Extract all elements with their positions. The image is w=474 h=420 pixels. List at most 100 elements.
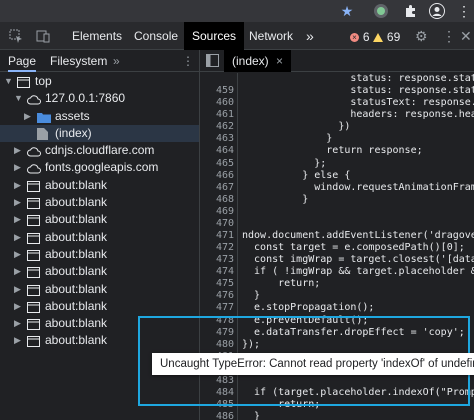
tree-item[interactable]: ▶ about:blank: [0, 246, 199, 263]
line-number[interactable]: 471: [200, 230, 234, 242]
line-number[interactable]: 477: [200, 302, 234, 314]
line-number[interactable]: 472: [200, 242, 234, 254]
line-number[interactable]: 474: [200, 266, 234, 278]
line-number[interactable]: 462: [200, 121, 234, 133]
tree-item-label: cdnjs.cloudflare.com: [45, 143, 155, 158]
code-text: window.requestAnimationFrame( () =>: [314, 181, 474, 193]
tree-item-label: about:blank: [45, 195, 108, 210]
tree-item[interactable]: ▶ about:blank: [0, 263, 199, 280]
collapsed-triangle-icon[interactable]: ▶: [14, 246, 24, 263]
tab-page[interactable]: Page: [8, 50, 37, 72]
collapsed-triangle-icon[interactable]: ▶: [14, 194, 24, 211]
tree-item-label: about:blank: [45, 316, 108, 331]
line-number[interactable]: 476: [200, 290, 234, 302]
code-text: }): [242, 121, 351, 133]
code-text: headers: response.header: [242, 109, 474, 121]
tree-item[interactable]: ▶ about:blank: [0, 229, 199, 246]
editor-tab-index[interactable]: (index) ×: [224, 50, 292, 72]
tree-item[interactable]: ▶ about:blank: [0, 177, 199, 194]
extension-status-icon[interactable]: [372, 2, 390, 20]
puzzle-icon[interactable]: [402, 2, 420, 20]
code-line: status: response.status,: [200, 73, 474, 85]
line-number[interactable]: 465: [200, 158, 234, 170]
code-text: status: response.status,: [242, 85, 474, 97]
code-text: status: response.status,: [242, 73, 474, 84]
tree-item-label: assets: [55, 108, 90, 123]
expanded-triangle-icon[interactable]: ▼: [4, 73, 14, 90]
collapsed-triangle-icon[interactable]: ▶: [14, 229, 24, 246]
kebab-menu-icon[interactable]: ⋮: [182, 50, 194, 72]
kebab-menu-icon[interactable]: ⋮: [442, 22, 456, 50]
line-number[interactable]: 470: [200, 218, 234, 230]
tab-sources[interactable]: Sources: [184, 22, 245, 50]
tab-elements[interactable]: Elements: [64, 22, 130, 50]
error-count-value: 6: [362, 30, 370, 44]
gear-icon[interactable]: ⚙: [415, 22, 428, 50]
kebab-menu-icon[interactable]: ⋮: [455, 2, 473, 20]
collapsed-triangle-icon[interactable]: ▶: [14, 298, 24, 315]
warning-count[interactable]: 69: [373, 22, 400, 50]
tab-network[interactable]: Network: [241, 22, 301, 50]
frame-icon: [27, 335, 40, 352]
line-number[interactable]: 460: [200, 97, 234, 109]
collapsed-triangle-icon[interactable]: ▶: [14, 332, 24, 349]
collapsed-triangle-icon[interactable]: ▶: [14, 177, 24, 194]
tree-item[interactable]: ▶ about:blank: [0, 211, 199, 228]
more-tabs-chevron-icon[interactable]: »: [306, 22, 314, 50]
code-line: 465 };: [200, 158, 474, 170]
collapsed-triangle-icon[interactable]: ▶: [14, 263, 24, 280]
code-text: const target = e.composedPath()[0];: [242, 242, 465, 254]
tree-item-label: about:blank: [45, 333, 108, 348]
device-toolbar-icon[interactable]: [36, 22, 50, 50]
collapsed-triangle-icon[interactable]: ▶: [14, 159, 24, 176]
collapsed-triangle-icon[interactable]: ▶: [14, 211, 24, 228]
tree-item-label: about:blank: [45, 212, 108, 227]
line-number[interactable]: 466: [200, 170, 234, 182]
more-tabs-chevron-icon[interactable]: »: [113, 50, 120, 72]
line-number[interactable]: 475: [200, 278, 234, 290]
file-tree: ▼ top ▼ 127.0.0.1:7860 ▶ assets (index) ▶ cdnjs.…: [0, 73, 199, 350]
close-icon[interactable]: ×: [276, 54, 283, 68]
tree-item[interactable]: ▶ cdnjs.cloudflare.com: [0, 142, 199, 159]
line-number[interactable]: 459: [200, 85, 234, 97]
warning-count-value: 69: [386, 30, 401, 44]
collapsed-triangle-icon[interactable]: ▶: [14, 142, 24, 159]
tree-item-label: about:blank: [45, 298, 108, 313]
line-number[interactable]: 463: [200, 133, 234, 145]
line-number[interactable]: 469: [200, 206, 234, 218]
tree-item[interactable]: ▼ top: [0, 73, 199, 90]
tree-item[interactable]: ▶ about:blank: [0, 281, 199, 298]
line-number[interactable]: 468: [200, 194, 234, 206]
tab-filesystem[interactable]: Filesystem: [50, 50, 107, 72]
avatar[interactable]: [428, 2, 446, 20]
code-line: 474 if ( !imgWrap && target.placeholder …: [200, 266, 474, 278]
expanded-triangle-icon[interactable]: ▼: [14, 90, 24, 107]
devtools-tabbar: Elements Console Sources Network » × 6 6…: [0, 22, 474, 50]
tree-item[interactable]: ▼ 127.0.0.1:7860: [0, 90, 199, 107]
collapsed-triangle-icon[interactable]: ▶: [24, 108, 34, 125]
line-number[interactable]: 467: [200, 182, 234, 194]
tree-item-label: (index): [55, 125, 92, 140]
close-icon[interactable]: ✕: [460, 22, 472, 50]
inspect-element-icon[interactable]: [9, 22, 23, 50]
sidebar-toggle-icon[interactable]: [206, 54, 219, 70]
editor-tabs: (index) ×: [200, 50, 474, 72]
line-number[interactable]: 473: [200, 254, 234, 266]
collapsed-triangle-icon[interactable]: ▶: [14, 281, 24, 298]
line-number[interactable]: 486: [200, 411, 234, 420]
code-text: ndow.document.addEventListener('dragover…: [242, 230, 474, 242]
star-icon[interactable]: ★: [338, 2, 356, 20]
tree-item[interactable]: ▶ about:blank: [0, 298, 199, 315]
tree-item[interactable]: ▶ fonts.googleapis.com: [0, 159, 199, 176]
tree-item[interactable]: (index): [0, 124, 199, 143]
line-number[interactable]: 464: [200, 145, 234, 157]
tree-item[interactable]: ▶ about:blank: [0, 194, 199, 211]
tab-console[interactable]: Console: [126, 22, 186, 50]
code-line: 459 status: response.status,: [200, 85, 474, 97]
code-line: 470: [200, 218, 474, 230]
error-count[interactable]: × 6: [350, 22, 370, 50]
line-number[interactable]: 461: [200, 109, 234, 121]
collapsed-triangle-icon[interactable]: ▶: [14, 315, 24, 332]
code-text: return;: [242, 278, 321, 290]
tree-item[interactable]: ▶ assets: [0, 108, 199, 125]
